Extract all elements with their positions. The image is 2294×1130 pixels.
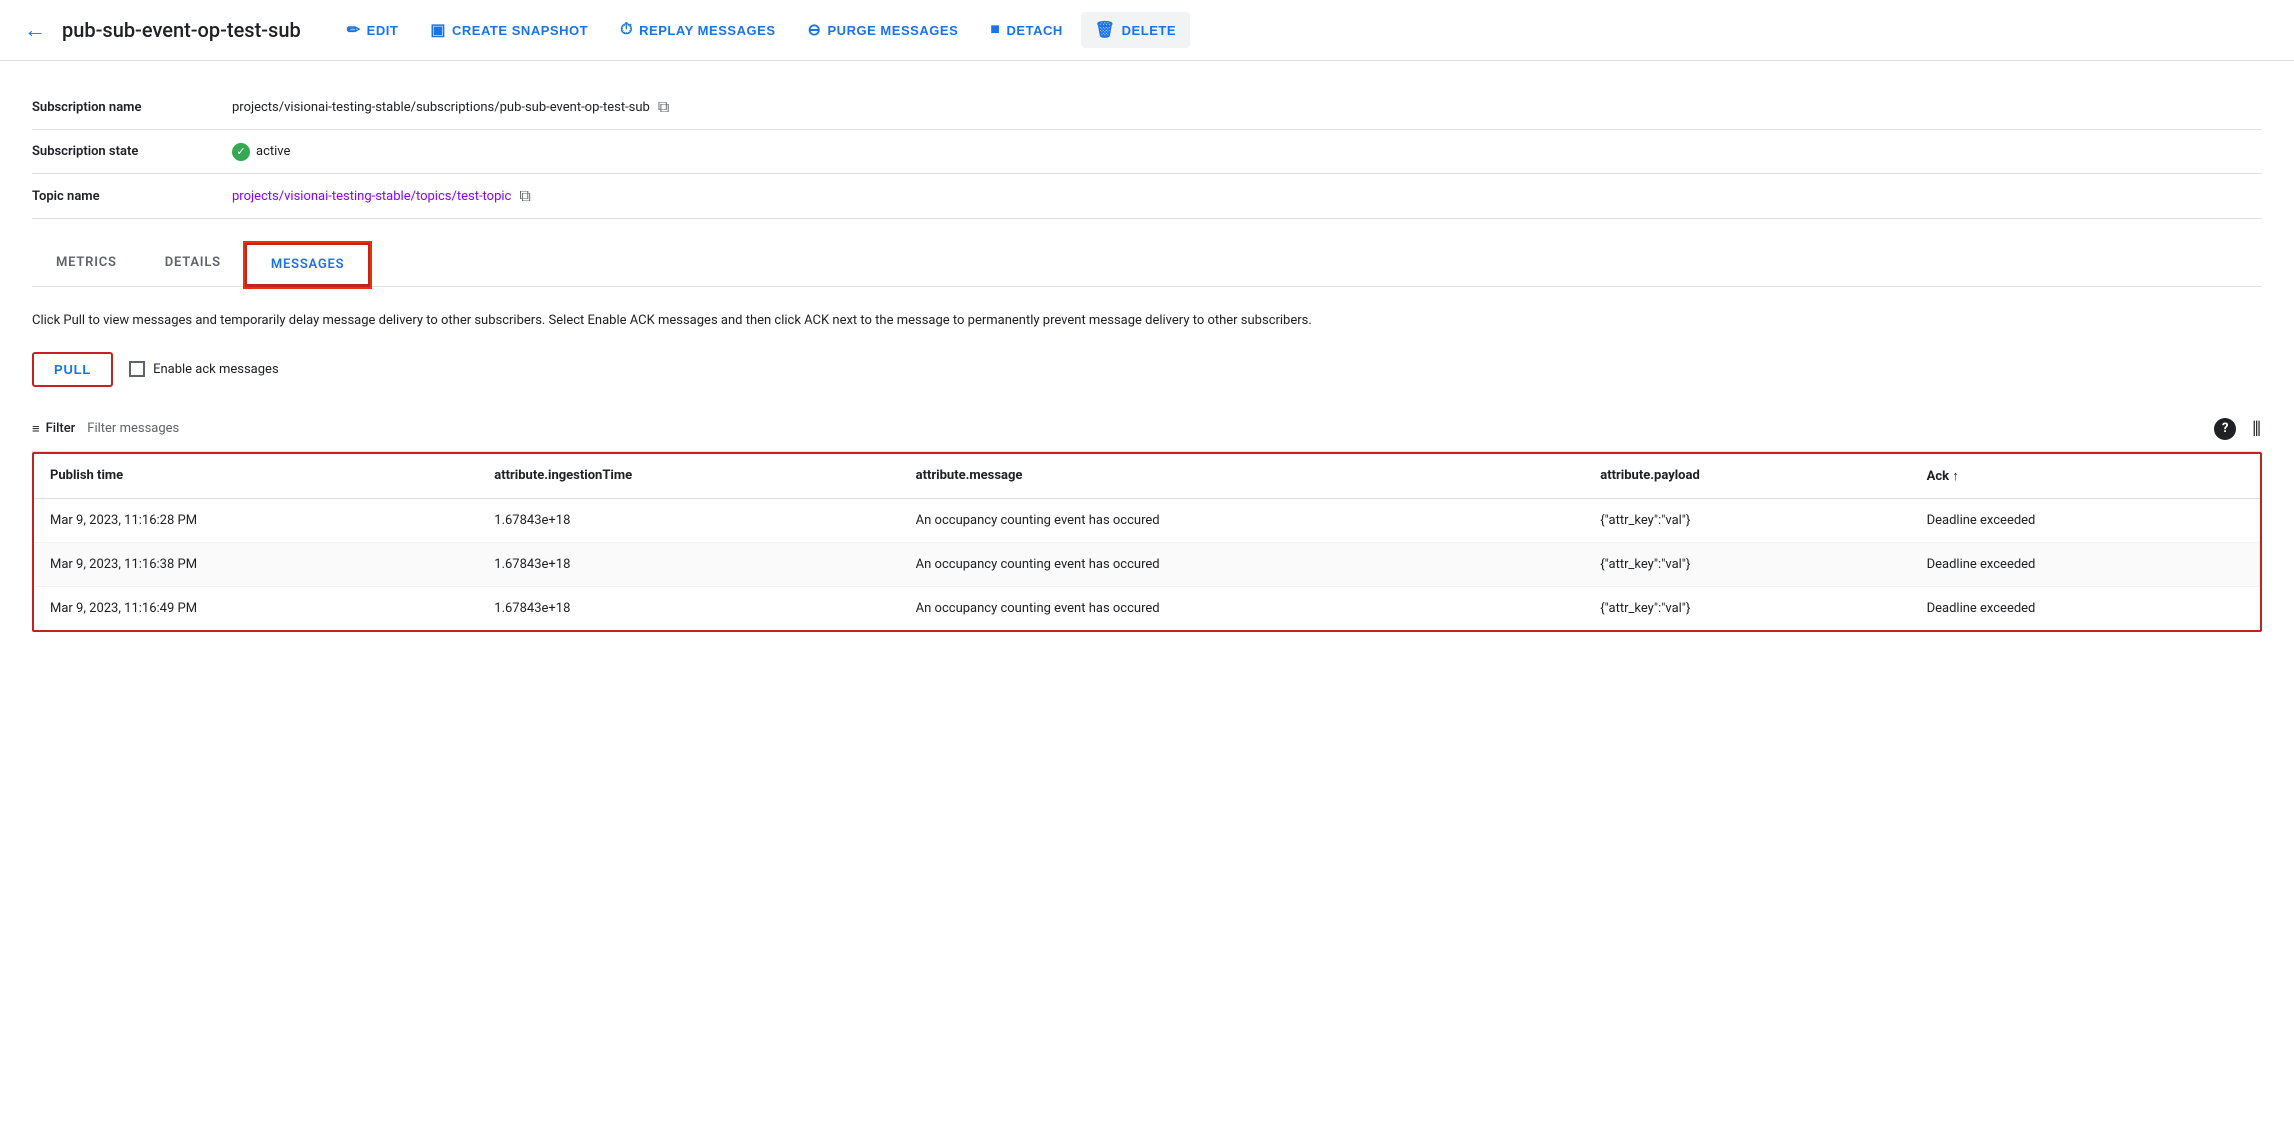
topic-name-row: Topic name projects/visionai-testing-sta… <box>32 174 2262 219</box>
cell-ack: Deadline exceeded <box>1911 498 2260 542</box>
snapshot-icon: ▣ <box>430 20 446 40</box>
tabs-section: METRICS DETAILS MESSAGES <box>0 243 2294 287</box>
col-ingestion-time: attribute.ingestionTime <box>478 454 899 499</box>
detach-icon: ■ <box>990 21 1000 39</box>
subscription-name-row: Subscription name projects/visionai-test… <box>32 85 2262 130</box>
table-row: Mar 9, 2023, 11:16:49 PM 1.67843e+18 An … <box>34 586 2260 630</box>
messages-table-container: Publish time attribute.ingestionTime att… <box>32 452 2262 632</box>
active-status-icon: ✓ <box>232 143 250 161</box>
filter-icon: ≡ <box>32 421 40 437</box>
tab-messages[interactable]: MESSAGES <box>245 243 371 287</box>
enable-ack-row: Enable ack messages <box>129 361 279 377</box>
toolbar: ← pub-sub-event-op-test-sub ✏ EDIT ▣ CRE… <box>0 0 2294 61</box>
detach-button[interactable]: ■ DETACH <box>976 13 1077 47</box>
cell-ingestion-time: 1.67843e+18 <box>478 586 899 630</box>
tab-metrics[interactable]: METRICS <box>32 243 141 287</box>
back-button[interactable]: ← <box>24 17 46 43</box>
back-icon: ← <box>24 17 46 43</box>
cell-publish-time: Mar 9, 2023, 11:16:28 PM <box>34 498 478 542</box>
cell-ingestion-time: 1.67843e+18 <box>478 542 899 586</box>
cell-message: An occupancy counting event has occured <box>900 542 1585 586</box>
help-icon[interactable]: ? <box>2214 418 2236 440</box>
instructions-text: Click Pull to view messages and temporar… <box>32 311 1432 332</box>
edit-icon: ✏ <box>347 20 361 40</box>
cell-message: An occupancy counting event has occured <box>900 586 1585 630</box>
columns-icon[interactable]: ⦀ <box>2252 417 2262 441</box>
replay-messages-button[interactable]: ⏱ REPLAY MESSAGES <box>606 13 789 47</box>
cell-payload: {"attr_key":"val"} <box>1584 542 1910 586</box>
col-payload: attribute.payload <box>1584 454 1910 499</box>
subscription-state-label: Subscription state <box>32 144 232 159</box>
cell-ack: Deadline exceeded <box>1911 586 2260 630</box>
subscription-name-label: Subscription name <box>32 100 232 115</box>
edit-button[interactable]: ✏ EDIT <box>333 12 413 48</box>
delete-icon: 🗑 <box>1095 20 1116 40</box>
topic-name-label: Topic name <box>32 189 232 204</box>
ack-sort-icon: ↑ <box>1952 469 1959 484</box>
cell-message: An occupancy counting event has occured <box>900 498 1585 542</box>
col-publish-time: Publish time <box>34 454 478 499</box>
subscription-state-value: ✓ active <box>232 143 290 161</box>
table-row: Mar 9, 2023, 11:16:38 PM 1.67843e+18 An … <box>34 542 2260 586</box>
toolbar-actions: ✏ EDIT ▣ CREATE SNAPSHOT ⏱ REPLAY MESSAG… <box>333 12 1190 48</box>
info-section: Subscription name projects/visionai-test… <box>0 61 2294 219</box>
copy-subscription-name-icon[interactable]: ⧉ <box>658 97 669 117</box>
create-snapshot-button[interactable]: ▣ CREATE SNAPSHOT <box>416 12 602 48</box>
filter-row: ≡ Filter Filter messages ? ⦀ <box>32 407 2262 452</box>
table-row: Mar 9, 2023, 11:16:28 PM 1.67843e+18 An … <box>34 498 2260 542</box>
content-area: Click Pull to view messages and temporar… <box>0 287 2294 656</box>
cell-payload: {"attr_key":"val"} <box>1584 498 1910 542</box>
cell-ingestion-time: 1.67843e+18 <box>478 498 899 542</box>
filter-actions: ? ⦀ <box>2214 417 2262 441</box>
filter-placeholder: Filter messages <box>87 421 2214 436</box>
delete-button[interactable]: 🗑 DELETE <box>1081 12 1190 48</box>
tabs: METRICS DETAILS MESSAGES <box>32 243 2262 287</box>
col-ack: Ack ↑ <box>1911 454 2260 499</box>
filter-label: Filter <box>46 421 76 436</box>
page-title: pub-sub-event-op-test-sub <box>62 18 301 42</box>
enable-ack-checkbox[interactable] <box>129 361 145 377</box>
col-message: attribute.message <box>900 454 1585 499</box>
messages-table: Publish time attribute.ingestionTime att… <box>34 454 2260 630</box>
table-header-row: Publish time attribute.ingestionTime att… <box>34 454 2260 499</box>
pull-button[interactable]: PULL <box>32 352 113 387</box>
pull-row: PULL Enable ack messages <box>32 352 2262 387</box>
enable-ack-label: Enable ack messages <box>153 362 279 377</box>
cell-payload: {"attr_key":"val"} <box>1584 586 1910 630</box>
filter-button[interactable]: ≡ Filter <box>32 421 75 437</box>
purge-icon: ⊖ <box>808 20 822 40</box>
tab-details[interactable]: DETAILS <box>141 243 245 287</box>
table-body: Mar 9, 2023, 11:16:28 PM 1.67843e+18 An … <box>34 498 2260 630</box>
subscription-state-row: Subscription state ✓ active <box>32 130 2262 174</box>
cell-publish-time: Mar 9, 2023, 11:16:49 PM <box>34 586 478 630</box>
topic-name-link[interactable]: projects/visionai-testing-stable/topics/… <box>232 189 511 204</box>
cell-publish-time: Mar 9, 2023, 11:16:38 PM <box>34 542 478 586</box>
purge-messages-button[interactable]: ⊖ PURGE MESSAGES <box>794 12 973 48</box>
subscription-name-value: projects/visionai-testing-stable/subscri… <box>232 100 650 115</box>
cell-ack: Deadline exceeded <box>1911 542 2260 586</box>
replay-icon: ⏱ <box>620 21 633 39</box>
copy-topic-name-icon[interactable]: ⧉ <box>519 186 530 206</box>
